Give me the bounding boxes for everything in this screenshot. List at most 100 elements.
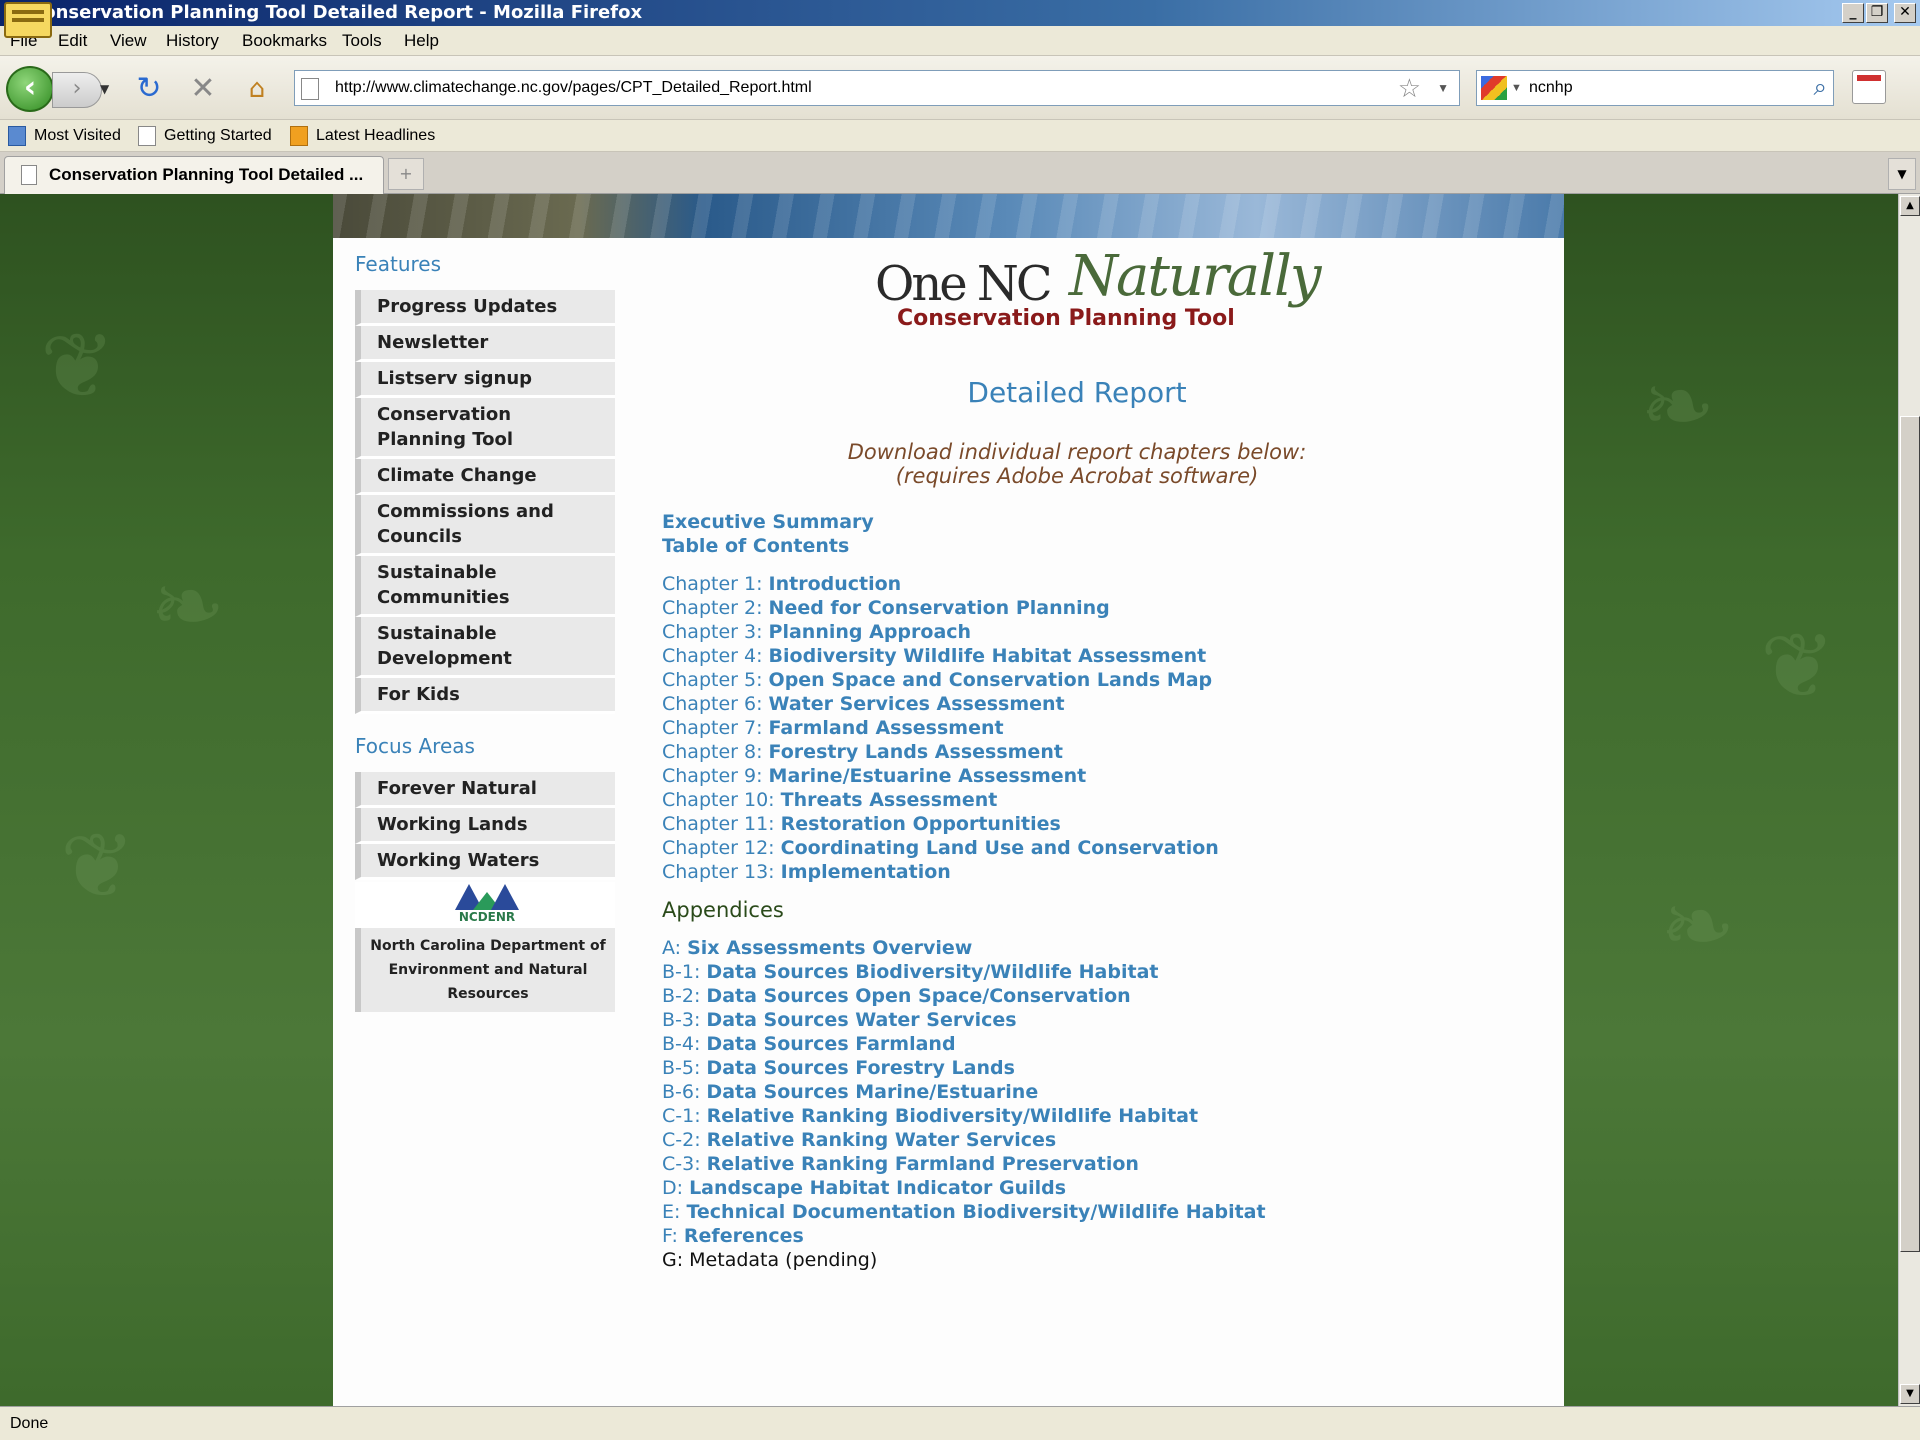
appendix-link[interactable]: B-5: Data Sources Forestry Lands: [662, 1056, 1542, 1080]
chapter-link[interactable]: Chapter 1: Introduction: [662, 572, 1542, 596]
scroll-up-arrow-icon[interactable]: ▲: [1900, 196, 1920, 216]
sidebar-item-climate-change[interactable]: Climate Change: [355, 459, 615, 495]
new-tab-button[interactable]: +: [388, 158, 424, 190]
search-input[interactable]: ncnhp: [1529, 71, 1573, 105]
url-bar[interactable]: http://www.climatechange.nc.gov/pages/CP…: [294, 70, 1460, 106]
sidebar-item-commissions-and-councils[interactable]: Commissions and Councils: [355, 495, 615, 556]
sidebar-item-sustainable-communities[interactable]: Sustainable Communities: [355, 556, 615, 617]
chapter-title[interactable]: Water Services Assessment: [769, 693, 1065, 715]
chapter-link[interactable]: Chapter 2: Need for Conservation Plannin…: [662, 596, 1542, 620]
restore-button[interactable]: ❐: [1866, 3, 1888, 23]
bookmark-star-icon[interactable]: ☆: [1398, 71, 1421, 105]
sidebar-item-working-waters[interactable]: Working Waters: [355, 844, 615, 880]
chapter-link[interactable]: Chapter 5: Open Space and Conservation L…: [662, 668, 1542, 692]
chapter-title[interactable]: Planning Approach: [769, 621, 972, 643]
appendix-link[interactable]: B-6: Data Sources Marine/Estuarine: [662, 1080, 1542, 1104]
appendix-title[interactable]: Landscape Habitat Indicator Guilds: [689, 1177, 1066, 1199]
link-executive-summary[interactable]: Executive Summary: [662, 510, 1542, 534]
bookmark-latest-headlines[interactable]: Latest Headlines: [290, 120, 435, 152]
chapter-title[interactable]: Introduction: [769, 573, 902, 595]
chapter-title[interactable]: Farmland Assessment: [769, 717, 1004, 739]
sidebar-item-sustainable-development[interactable]: Sustainable Development: [355, 617, 615, 678]
chapter-link[interactable]: Chapter 6: Water Services Assessment: [662, 692, 1542, 716]
chapter-link[interactable]: Chapter 4: Biodiversity Wildlife Habitat…: [662, 644, 1542, 668]
url-dropdown-icon[interactable]: ▼: [1437, 71, 1449, 105]
chapter-title[interactable]: Coordinating Land Use and Conservation: [781, 837, 1219, 859]
appendix-title[interactable]: Data Sources Biodiversity/Wildlife Habit…: [706, 961, 1158, 983]
scrollbar-thumb[interactable]: [1900, 416, 1920, 1252]
scroll-down-arrow-icon[interactable]: ▼: [1900, 1384, 1920, 1404]
chapter-title[interactable]: Implementation: [781, 861, 951, 883]
menu-tools[interactable]: Tools: [342, 26, 382, 56]
search-bar[interactable]: ▼ ncnhp ⌕: [1476, 70, 1834, 106]
appendix-link[interactable]: B-2: Data Sources Open Space/Conservatio…: [662, 984, 1542, 1008]
sidebar-item-for-kids[interactable]: For Kids: [355, 678, 615, 714]
addon-icon[interactable]: [1852, 70, 1886, 104]
chapter-link[interactable]: Chapter 3: Planning Approach: [662, 620, 1542, 644]
google-search-engine-icon[interactable]: [1481, 76, 1507, 100]
sidebar-item-forever-natural[interactable]: Forever Natural: [355, 772, 615, 808]
back-button[interactable]: ‹: [6, 66, 54, 112]
menu-help[interactable]: Help: [404, 26, 439, 56]
appendix-link[interactable]: F: References: [662, 1224, 1542, 1248]
appendix-title[interactable]: Relative Ranking Water Services: [707, 1129, 1057, 1151]
vertical-scrollbar[interactable]: ▲ ▼: [1898, 194, 1920, 1406]
appendix-link[interactable]: C-2: Relative Ranking Water Services: [662, 1128, 1542, 1152]
chapter-title[interactable]: Biodiversity Wildlife Habitat Assessment: [769, 645, 1207, 667]
list-all-tabs-button[interactable]: ▼: [1888, 158, 1916, 190]
appendix-title[interactable]: Data Sources Forestry Lands: [706, 1057, 1014, 1079]
chapter-link[interactable]: Chapter 10: Threats Assessment: [662, 788, 1542, 812]
appendix-title[interactable]: Relative Ranking Biodiversity/Wildlife H…: [707, 1105, 1198, 1127]
reload-icon[interactable]: ↻: [132, 72, 166, 106]
appendix-link[interactable]: C-3: Relative Ranking Farmland Preservat…: [662, 1152, 1542, 1176]
appendix-link[interactable]: E: Technical Documentation Biodiversity/…: [662, 1200, 1542, 1224]
chapter-link[interactable]: Chapter 12: Coordinating Land Use and Co…: [662, 836, 1542, 860]
chapter-title[interactable]: Open Space and Conservation Lands Map: [769, 669, 1213, 691]
search-engine-dropdown-icon[interactable]: ▼: [1511, 71, 1522, 105]
appendix-link[interactable]: B-4: Data Sources Farmland: [662, 1032, 1542, 1056]
appendix-link[interactable]: A: Six Assessments Overview: [662, 936, 1542, 960]
chapter-link[interactable]: Chapter 9: Marine/Estuarine Assessment: [662, 764, 1542, 788]
appendix-title[interactable]: References: [684, 1225, 804, 1247]
sidebar-item-conservation-planning-tool[interactable]: Conservation Planning Tool: [355, 398, 615, 459]
appendix-title[interactable]: Data Sources Marine/Estuarine: [706, 1081, 1038, 1103]
chapter-link[interactable]: Chapter 7: Farmland Assessment: [662, 716, 1542, 740]
appendix-link[interactable]: C-1: Relative Ranking Biodiversity/Wildl…: [662, 1104, 1542, 1128]
menu-bookmarks[interactable]: Bookmarks: [242, 26, 327, 56]
appendix-link[interactable]: B-3: Data Sources Water Services: [662, 1008, 1542, 1032]
tab-active[interactable]: Conservation Planning Tool Detailed ...: [4, 156, 384, 194]
chapter-title[interactable]: Need for Conservation Planning: [769, 597, 1110, 619]
chapter-link[interactable]: Chapter 11: Restoration Opportunities: [662, 812, 1542, 836]
bookmark-getting-started[interactable]: Getting Started: [138, 120, 272, 152]
sidebar-item-progress-updates[interactable]: Progress Updates: [355, 290, 615, 326]
chapter-title[interactable]: Marine/Estuarine Assessment: [769, 765, 1087, 787]
forward-button[interactable]: ›: [52, 72, 102, 108]
stop-icon[interactable]: ✕: [186, 72, 220, 106]
firefox-app-icon[interactable]: [4, 2, 52, 38]
sidebar-item-listserv-signup[interactable]: Listserv signup: [355, 362, 615, 398]
link-table-of-contents[interactable]: Table of Contents: [662, 534, 1542, 558]
appendix-link[interactable]: B-1: Data Sources Biodiversity/Wildlife …: [662, 960, 1542, 984]
menu-view[interactable]: View: [110, 26, 147, 56]
menu-history[interactable]: History: [166, 26, 219, 56]
chapter-link[interactable]: Chapter 13: Implementation: [662, 860, 1542, 884]
minimize-button[interactable]: _: [1842, 3, 1864, 23]
appendix-title[interactable]: Data Sources Farmland: [706, 1033, 955, 1055]
appendix-link[interactable]: D: Landscape Habitat Indicator Guilds: [662, 1176, 1542, 1200]
chapter-link[interactable]: Chapter 8: Forestry Lands Assessment: [662, 740, 1542, 764]
appendix-title[interactable]: Relative Ranking Farmland Preservation: [707, 1153, 1139, 1175]
history-dropdown-icon[interactable]: ▼: [100, 82, 109, 96]
menu-edit[interactable]: Edit: [58, 26, 87, 56]
chapter-title[interactable]: Forestry Lands Assessment: [769, 741, 1063, 763]
bookmark-most-visited[interactable]: Most Visited: [8, 120, 121, 152]
home-icon[interactable]: ⌂: [240, 72, 274, 106]
appendix-title[interactable]: Technical Documentation Biodiversity/Wil…: [686, 1201, 1265, 1223]
sidebar-item-working-lands[interactable]: Working Lands: [355, 808, 615, 844]
url-text[interactable]: http://www.climatechange.nc.gov/pages/CP…: [335, 71, 812, 105]
sidebar-item-newsletter[interactable]: Newsletter: [355, 326, 615, 362]
ncdenr-logo-link[interactable]: NCDENR: [355, 882, 615, 928]
appendix-title[interactable]: Data Sources Open Space/Conservation: [706, 985, 1130, 1007]
close-button[interactable]: ✕: [1894, 3, 1916, 23]
search-icon[interactable]: ⌕: [1814, 71, 1827, 105]
chapter-title[interactable]: Threats Assessment: [781, 789, 998, 811]
